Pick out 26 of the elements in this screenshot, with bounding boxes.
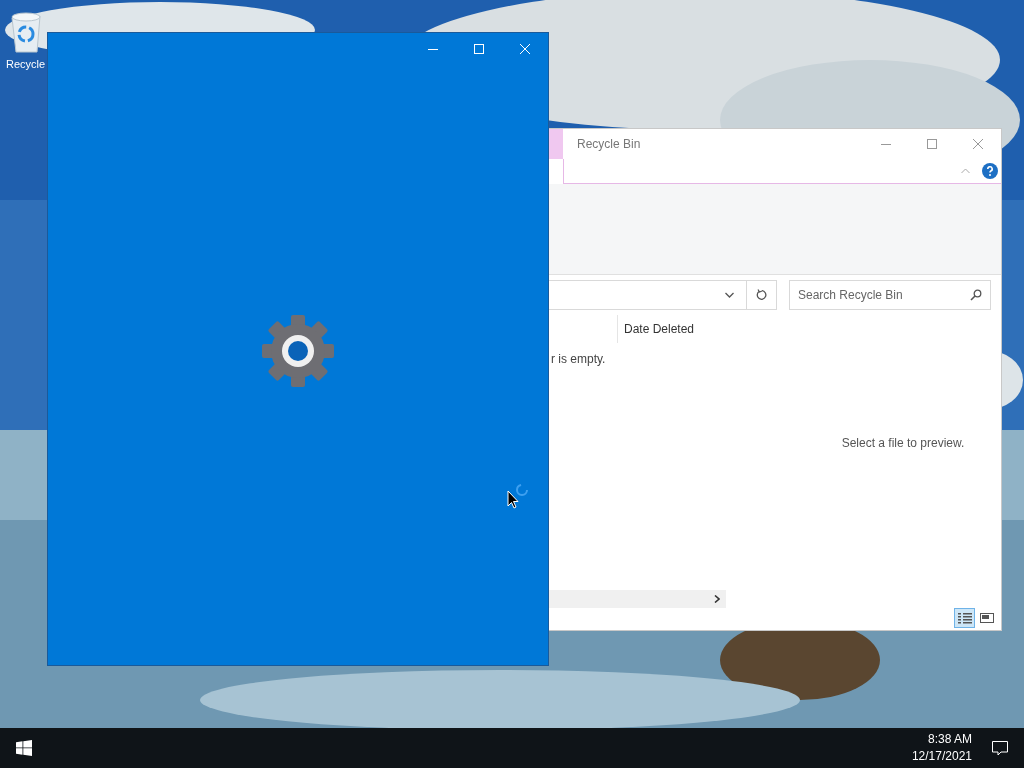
dropdown-icon[interactable] [725, 292, 734, 298]
maximize-icon [927, 139, 937, 149]
search-field[interactable]: Search Recycle Bin [789, 280, 991, 310]
gear-icon [260, 313, 336, 389]
horizontal-scrollbar[interactable] [549, 590, 726, 608]
minimize-icon [428, 48, 438, 50]
details-view-icon [957, 612, 972, 624]
refresh-icon [755, 289, 768, 301]
speech-bubble-icon [992, 740, 1008, 756]
minimize-icon [881, 143, 891, 145]
empty-folder-message: r is empty. [551, 351, 607, 368]
view-button[interactable] [954, 608, 975, 628]
desktop-icon-label[interactable]: Recycle [5, 56, 46, 73]
maximize-icon [474, 44, 484, 54]
search-icon [970, 289, 982, 301]
clock[interactable]: 8:38 AM 12/17/2021 [911, 731, 972, 765]
windows-logo-icon [16, 740, 32, 756]
close-icon [520, 44, 530, 54]
busy-cursor-icon [507, 482, 531, 509]
window-title: Recycle Bin [577, 136, 641, 153]
scroll-right-icon[interactable] [714, 595, 720, 603]
large-icons-view-icon [979, 612, 994, 624]
preview-message: Select a file to preview. [841, 435, 965, 452]
close-icon [973, 139, 983, 149]
help-icon[interactable] [982, 163, 998, 179]
column-header[interactable]: Date Deleted [624, 320, 695, 338]
